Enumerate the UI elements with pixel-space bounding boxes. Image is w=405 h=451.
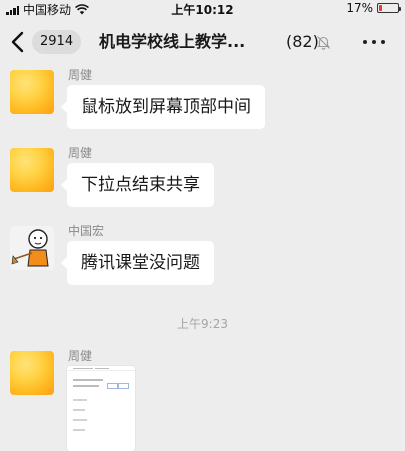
avatar[interactable] [10,351,54,395]
member-count: (82) [286,32,319,51]
chat-title: 机电学校线上教学... [99,32,246,51]
battery-fill [379,5,383,11]
avatar[interactable] [10,148,54,192]
chat-header: 2914 机电学校线上教学... (82) [0,18,405,66]
status-time: 上午10:12 [171,3,234,17]
message-bubble[interactable]: 腾讯课堂没问题 [61,241,214,285]
time-divider: 上午9:23 [177,317,228,331]
mute-bell-icon [317,36,330,50]
status-right: 17% [346,1,401,15]
battery-percent: 17% [346,1,373,15]
avatar[interactable] [10,70,54,114]
battery-icon [377,3,401,13]
image-message-thumbnail[interactable] [67,366,135,451]
more-options-icon[interactable] [363,40,385,44]
sender-name: 中国宏 [68,224,105,238]
sender-name: 周健 [68,146,93,160]
status-bar: 中国移动 上午10:12 17% [0,0,405,18]
message-bubble[interactable]: 下拉点结束共享 [61,163,214,207]
message-bubble[interactable]: 鼠标放到屏幕顶部中间 [61,85,265,129]
sender-name: 周健 [68,68,93,82]
sender-name: 周健 [68,349,93,363]
unread-count-badge[interactable]: 2914 [32,30,82,54]
back-chevron-icon[interactable] [10,31,26,53]
cartoon-avatar-icon [10,226,54,270]
avatar[interactable] [10,226,54,270]
